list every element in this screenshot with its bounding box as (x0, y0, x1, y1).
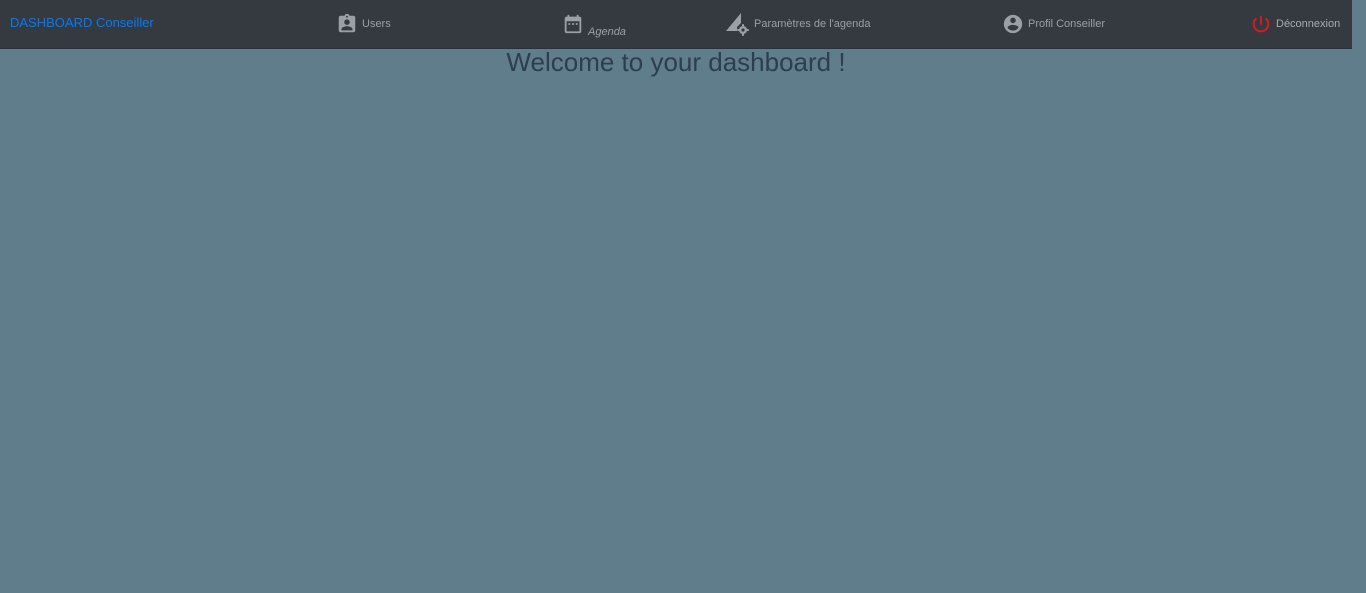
welcome-heading: Welcome to your dashboard ! (506, 47, 846, 77)
nav-label-logout: Déconnexion (1276, 18, 1341, 30)
nav-label-users: Users (362, 18, 391, 30)
nav-item-agenda[interactable]: Agenda (562, 0, 626, 48)
power-icon (1250, 13, 1272, 35)
brand-link[interactable]: DASHBOARD Conseiller (10, 15, 154, 30)
nav-item-logout[interactable]: Déconnexion (1250, 0, 1340, 48)
badge-icon (336, 13, 358, 35)
nav-label-agenda: Agenda (588, 26, 626, 38)
nav-item-profile[interactable]: Profil Conseiller (1002, 0, 1105, 48)
nav-item-agenda-settings[interactable]: Paramètres de l'agenda (724, 0, 870, 48)
nav-label-agenda-settings: Paramètres de l'agenda (754, 18, 871, 30)
nav-item-users[interactable]: Users (336, 0, 391, 48)
nav-label-profile: Profil Conseiller (1028, 18, 1106, 30)
top-navbar: DASHBOARD Conseiller Users Agenda Paramè… (0, 0, 1352, 49)
page-scrollbar[interactable] (1352, 0, 1366, 593)
settings-wedge-icon (724, 11, 750, 37)
calendar-icon (562, 13, 584, 35)
account-circle-icon (1002, 13, 1024, 35)
